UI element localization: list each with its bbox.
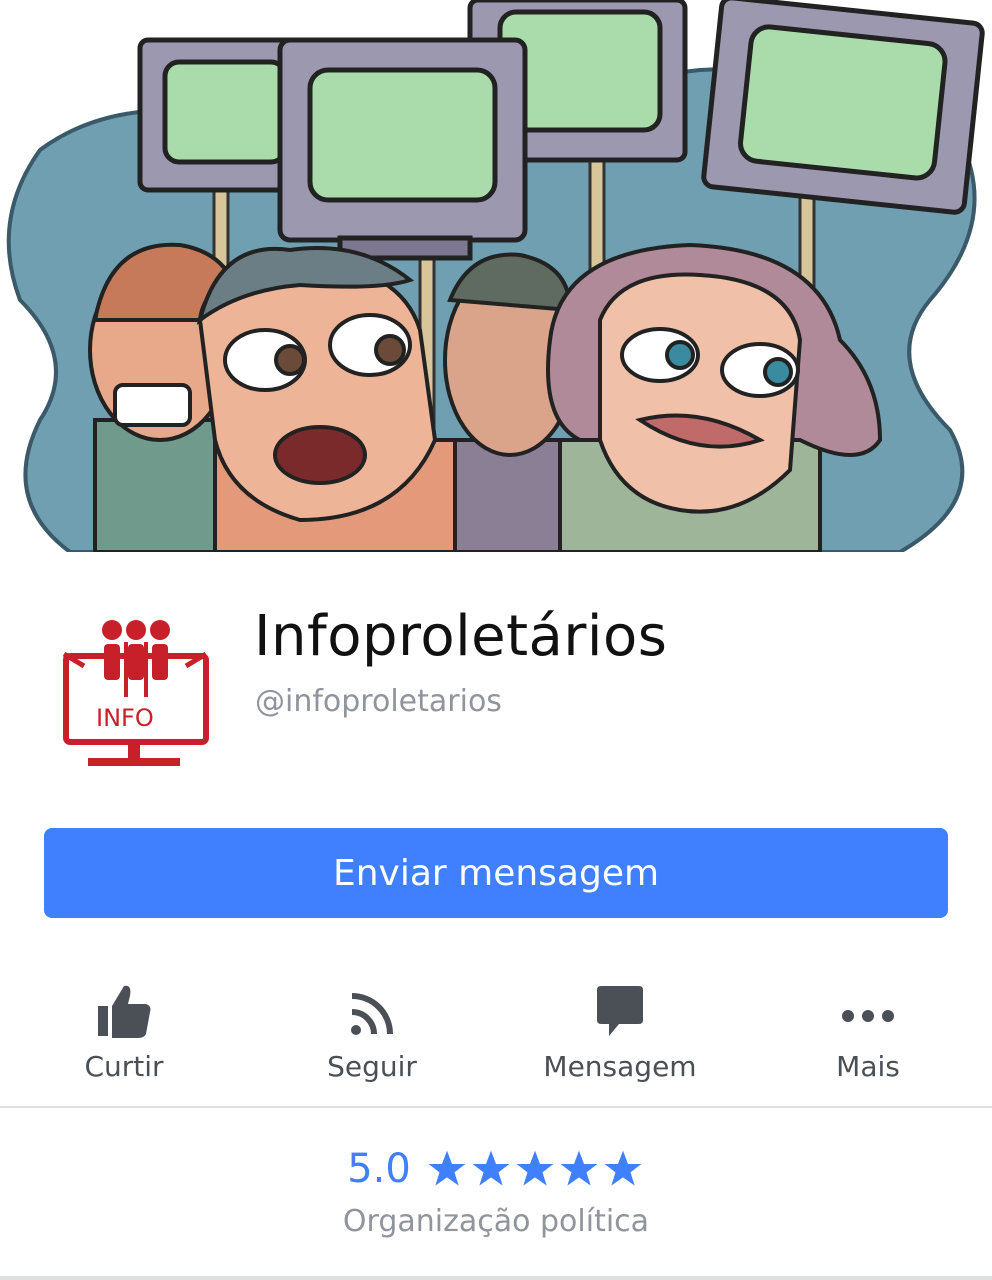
cover-illustration (6, 0, 985, 552)
message-label: Mensagem (543, 1050, 697, 1083)
page-category: Organização política (342, 1204, 650, 1239)
star-icon (516, 1150, 554, 1186)
message-button[interactable]: Mensagem (496, 968, 744, 1098)
page-username: @infoproletarios (255, 684, 502, 719)
send-message-button[interactable]: Enviar mensagem (44, 828, 948, 918)
follow-button[interactable]: Seguir (248, 968, 496, 1098)
rating-summary[interactable]: 5.0 (0, 1146, 992, 1192)
like-label: Curtir (84, 1050, 164, 1083)
more-button[interactable]: Mais (744, 968, 992, 1098)
section-divider (0, 1106, 992, 1108)
follow-label: Seguir (327, 1050, 417, 1083)
more-dots-icon (842, 1010, 894, 1022)
page-title: Infoproletários (254, 604, 668, 669)
like-button[interactable]: Curtir (0, 968, 248, 1098)
star-icon (604, 1150, 642, 1186)
cover-photo[interactable] (0, 0, 992, 552)
rating-stars (425, 1149, 645, 1189)
chat-bubble-icon (597, 986, 643, 1036)
logo-text: INFO (96, 704, 154, 732)
thumbs-up-icon (98, 985, 151, 1038)
page-avatar[interactable]: INFO (44, 598, 226, 780)
star-icon (428, 1150, 466, 1186)
infoproletarios-logo: INFO (62, 620, 209, 766)
star-icon (560, 1150, 598, 1186)
bottom-divider (0, 1276, 992, 1280)
rating-value: 5.0 (347, 1146, 411, 1192)
star-icon (472, 1150, 510, 1186)
more-label: Mais (836, 1050, 900, 1083)
page-actions-bar: Curtir Seguir Mensagem Mais (0, 968, 992, 1098)
rss-icon (351, 993, 393, 1035)
